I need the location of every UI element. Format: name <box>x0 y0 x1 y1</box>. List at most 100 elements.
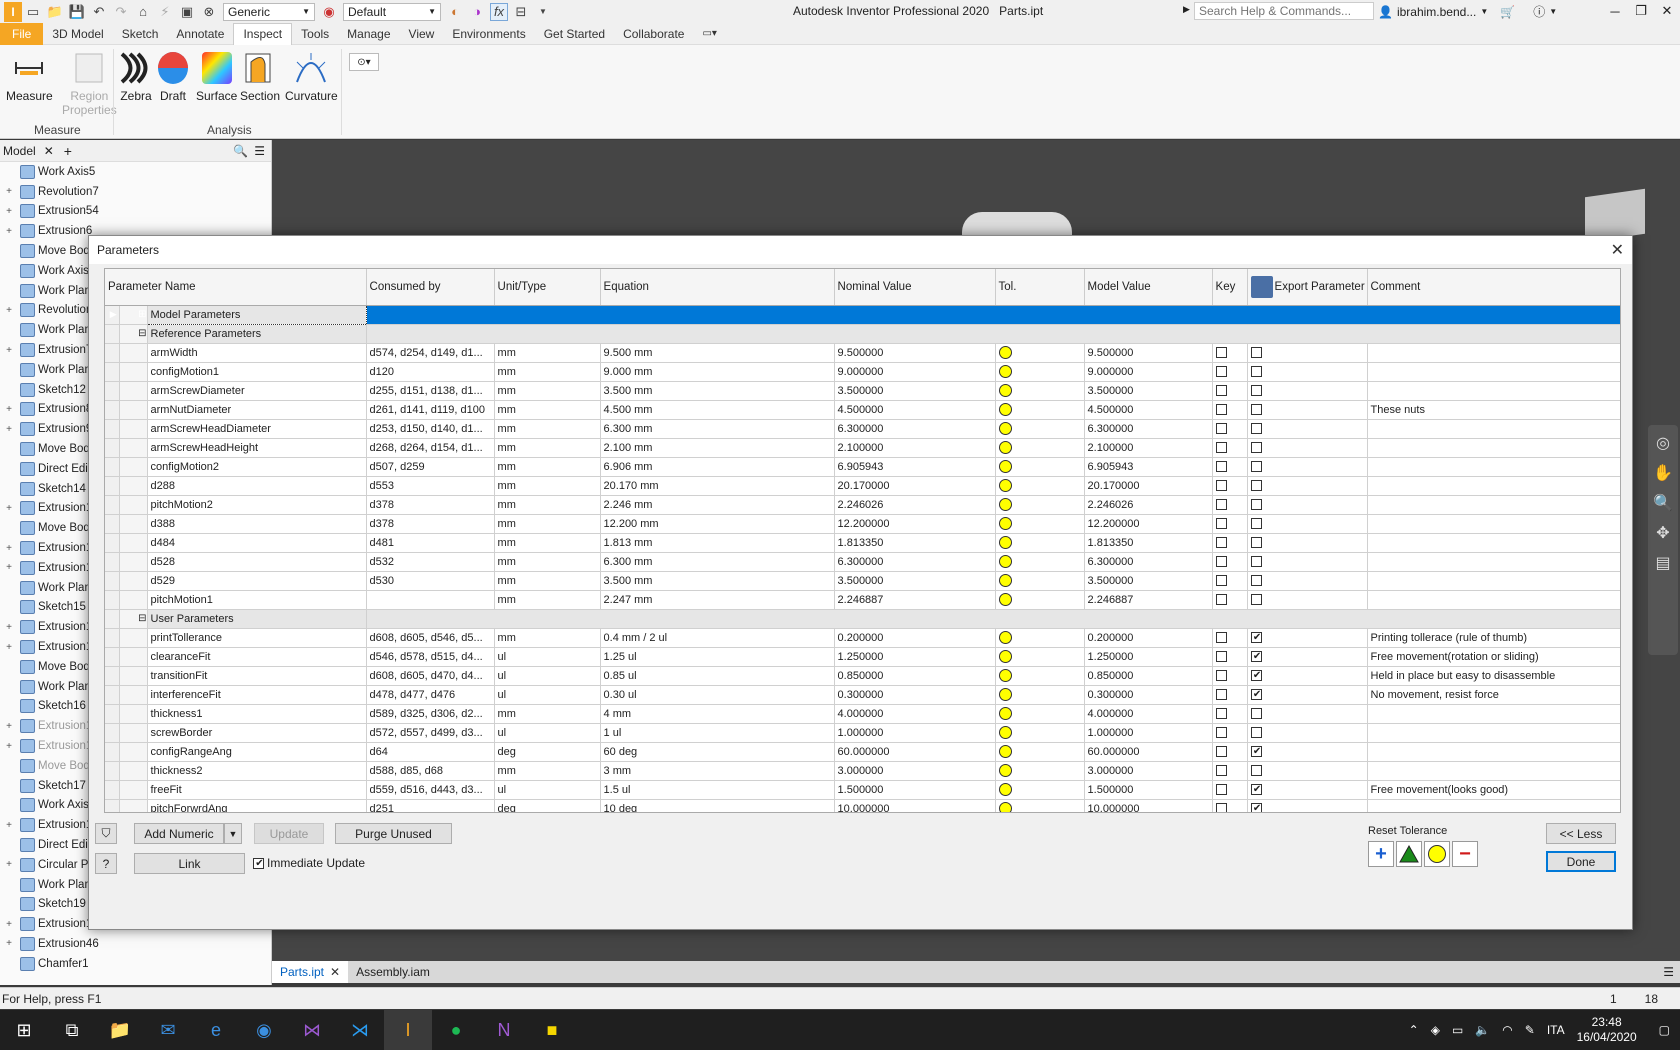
comment-cell[interactable] <box>1367 514 1620 534</box>
group-row-reference-parameters[interactable]: ⊟ Reference Parameters <box>105 324 1620 344</box>
comment-cell[interactable] <box>1367 799 1620 812</box>
col-comment[interactable]: Comment <box>1367 269 1620 306</box>
export-checkbox[interactable] <box>1250 784 1263 796</box>
tolerance-cell[interactable] <box>995 742 1085 762</box>
equation-cell[interactable]: 3 mm <box>600 761 835 781</box>
close-icon[interactable]: ✕ <box>330 965 340 979</box>
immediate-update-check[interactable] <box>253 857 265 869</box>
expand-icon[interactable]: + <box>4 721 14 732</box>
parameter-row[interactable]: pitchForwrdAng d251 deg 10 deg 10.000000 10.0… <box>105 799 1620 812</box>
save-icon[interactable]: 💾 <box>68 3 86 21</box>
expand-icon[interactable]: + <box>4 206 14 217</box>
equation-cell[interactable]: 60 deg <box>600 742 835 762</box>
parameters-fx-icon[interactable]: fx <box>490 2 508 21</box>
task-view-icon[interactable]: ⧉ <box>48 1010 96 1050</box>
windows-start-icon[interactable]: ⊞ <box>0 1010 48 1050</box>
parameter-row[interactable]: d388 d378 mm 12.200 mm 12.200000 12.200000 <box>105 514 1620 534</box>
export-checkbox[interactable] <box>1250 423 1262 435</box>
col-export-parameter[interactable]: Export Parameter <box>1247 269 1368 306</box>
key-checkbox[interactable] <box>1215 480 1227 492</box>
parameter-row[interactable]: freeFit d559, d516, d443, d3... ul 1.5 ul 1.… <box>105 780 1620 800</box>
browser-item[interactable]: Chamfer1 <box>0 954 271 974</box>
comment-cell[interactable]: No movement, resist force <box>1367 685 1620 705</box>
menu-icon[interactable]: ☰ <box>254 144 265 158</box>
purge-unused-button[interactable]: Purge Unused <box>335 823 452 844</box>
tolerance-nominal-icon[interactable] <box>998 517 1012 530</box>
done-button[interactable]: Done <box>1546 851 1616 872</box>
tab-assembly-iam[interactable]: Assembly.iam <box>348 961 438 983</box>
zoom-icon[interactable]: 🔍 <box>1648 493 1678 513</box>
key-checkbox[interactable] <box>1215 385 1227 397</box>
key-checkbox[interactable] <box>1215 499 1227 511</box>
restore-icon[interactable]: ❐ <box>1628 0 1654 22</box>
group-row-user-parameters[interactable]: ⊟ User Parameters <box>105 609 1620 629</box>
comment-cell[interactable] <box>1367 590 1620 610</box>
comment-cell[interactable] <box>1367 495 1620 515</box>
expand-icon[interactable]: ⊞ <box>119 305 148 325</box>
close-icon[interactable]: ✕ <box>1654 0 1680 22</box>
tolerance-nominal-icon[interactable] <box>998 574 1012 587</box>
comment-cell[interactable] <box>1367 457 1620 477</box>
tolerance-nominal-icon[interactable] <box>998 536 1012 549</box>
expand-icon[interactable]: + <box>4 741 14 752</box>
tolerance-cell[interactable] <box>995 799 1085 812</box>
browser-item[interactable]: + Extrusion46 <box>0 934 271 954</box>
analysis-visibility-dropdown[interactable]: ⊙▾ <box>349 53 379 71</box>
comment-cell[interactable] <box>1367 419 1620 439</box>
pan-icon[interactable]: ✋ <box>1648 463 1678 483</box>
update-button[interactable]: Update <box>254 823 324 844</box>
visual-studio-icon[interactable]: ⋈ <box>288 1010 336 1050</box>
export-checkbox[interactable] <box>1250 556 1262 568</box>
expand-icon[interactable]: + <box>4 562 14 573</box>
immediate-update-checkbox[interactable]: Immediate Update <box>253 856 365 870</box>
notifications-icon[interactable]: ▢ <box>1659 1023 1670 1037</box>
tolerance-cell[interactable] <box>995 761 1085 781</box>
inventor-logo-icon[interactable]: I <box>4 1 22 22</box>
comment-cell[interactable] <box>1367 533 1620 553</box>
equation-cell[interactable]: 3.500 mm <box>600 571 835 591</box>
volume-icon[interactable]: 🔈 <box>1475 1023 1490 1037</box>
parameter-row[interactable]: clearanceFit d546, d578, d515, d4... ul 1.2… <box>105 647 1620 667</box>
user-account[interactable]: 👤 ibrahim.bend... ▼ 🛒 ⓘ ▼ <box>1378 3 1557 20</box>
equation-cell[interactable]: 1 ul <box>600 723 835 743</box>
tolerance-nominal-icon[interactable] <box>998 745 1012 758</box>
collapse-icon[interactable]: ⊟ <box>119 324 148 344</box>
firefox-icon[interactable]: ◉ <box>240 1010 288 1050</box>
tolerance-nominal-icon[interactable] <box>998 555 1012 568</box>
parameter-row[interactable]: thickness2 d588, d85, d68 mm 3 mm 3.000000 3.… <box>105 761 1620 781</box>
comment-cell[interactable] <box>1367 343 1620 363</box>
key-checkbox[interactable] <box>1215 556 1227 568</box>
zebra-button[interactable]: Zebra <box>119 50 153 103</box>
key-checkbox[interactable] <box>1215 575 1227 587</box>
cart-icon[interactable]: 🛒 <box>1500 5 1515 19</box>
tolerance-nominal-icon[interactable] <box>998 783 1012 796</box>
draft-button[interactable]: Draft <box>156 50 190 103</box>
update-icon[interactable]: ⚡ <box>156 3 174 21</box>
equation-cell[interactable]: 10 deg <box>600 799 835 812</box>
comment-cell[interactable] <box>1367 704 1620 724</box>
collapse-icon[interactable]: ⊟ <box>119 609 148 629</box>
redo-icon[interactable]: ↷ <box>112 3 130 21</box>
export-checkbox[interactable] <box>1250 594 1262 606</box>
export-checkbox[interactable] <box>1250 385 1262 397</box>
col-tol[interactable]: Tol. <box>995 269 1085 306</box>
select-icon[interactable]: ▣ <box>178 3 196 21</box>
group-row-model-parameters[interactable]: ▶ ⊞ Model Parameters <box>105 304 1620 325</box>
tolerance-cell[interactable] <box>995 533 1085 553</box>
add-numeric-dropdown[interactable]: ▼ <box>224 823 242 844</box>
tolerance-nominal-icon[interactable] <box>998 802 1012 812</box>
comment-cell[interactable] <box>1367 362 1620 382</box>
tolerance-nominal-icon[interactable] <box>998 479 1012 492</box>
comment-cell[interactable]: Free movement(rotation or sliding) <box>1367 647 1620 667</box>
tolerance-cell[interactable] <box>995 438 1085 458</box>
spotify-icon[interactable]: ● <box>432 1010 480 1050</box>
close-icon[interactable]: ✕ <box>44 144 54 158</box>
tolerance-nominal-icon[interactable] <box>998 593 1012 606</box>
key-checkbox[interactable] <box>1215 689 1227 701</box>
equation-cell[interactable]: 6.300 mm <box>600 552 835 572</box>
tab-get-started[interactable]: Get Started <box>535 23 614 45</box>
export-checkbox[interactable] <box>1250 708 1262 720</box>
new-file-icon[interactable]: ▭ <box>24 3 42 21</box>
close-icon[interactable]: ✕ <box>1611 240 1624 260</box>
equation-cell[interactable]: 1.813 mm <box>600 533 835 553</box>
